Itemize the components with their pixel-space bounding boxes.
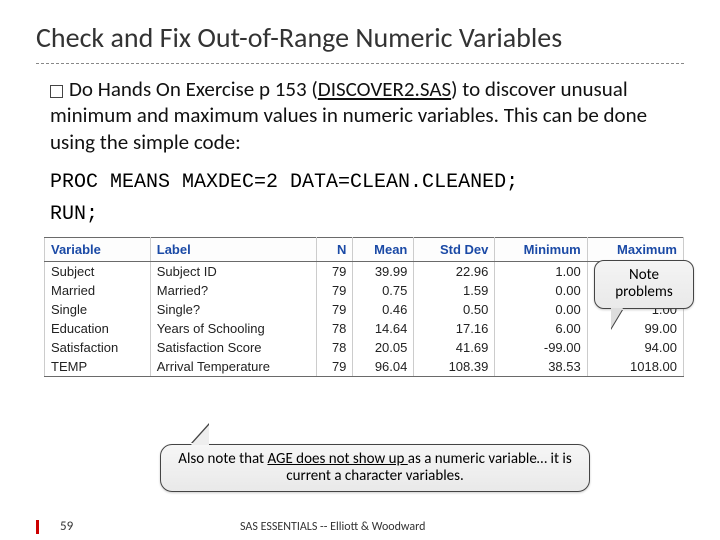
page-number: 59 [60,519,73,534]
col-variable: Variable [45,237,151,261]
table-cell: 99.00 [587,319,683,338]
table-cell: 41.69 [414,338,495,357]
table-cell: Arrival Temperature [150,357,316,377]
table-cell: 0.50 [414,300,495,319]
table-cell: 39.99 [353,261,414,281]
table-cell: 14.64 [353,319,414,338]
table-cell: 108.39 [414,357,495,377]
callout-note-problems: Note problems [594,260,694,309]
col-min: Minimum [495,237,587,261]
col-n: N [317,237,353,261]
table-cell: 38.53 [495,357,587,377]
table-cell: 1018.00 [587,357,683,377]
code-line-1: PROC MEANS MAXDEC=2 DATA=CLEAN.CLEANED; [50,167,670,199]
footer-text: SAS ESSENTIALS -- Elliott & Woodward [240,520,425,534]
table-cell: Single? [150,300,316,319]
callout-age-note: Also note that AGE does not show up as a… [160,444,590,493]
table-cell: 6.00 [495,319,587,338]
callout-age-pre: Also note that [178,450,267,468]
table-cell: -99.00 [495,338,587,357]
table-cell: 79 [317,281,353,300]
table-row: SingleSingle?790.460.500.001.00 [45,300,684,319]
table-row: EducationYears of Schooling7814.6417.166… [45,319,684,338]
col-max: Maximum [587,237,683,261]
code-line-2: RUN; [50,199,670,231]
body-text: Do Hands On Exercise p 153 (DISCOVER2.SA… [0,76,720,167]
table-cell: 17.16 [414,319,495,338]
body-lead: Do Hands On Exercise p 153 ( [69,76,318,102]
table-row: SatisfactionSatisfaction Score7820.0541.… [45,338,684,357]
table-cell: Subject ID [150,261,316,281]
callout-age-underline: AGE does not show up [267,450,407,468]
square-bullet-icon [50,85,63,98]
table-cell: 78 [317,319,353,338]
table-cell: TEMP [45,357,151,377]
table-cell: Married [45,281,151,300]
table-cell: Satisfaction Score [150,338,316,357]
table-cell: 0.00 [495,281,587,300]
table-cell: Married? [150,281,316,300]
accent-bar [36,520,39,534]
table-cell: Satisfaction [45,338,151,357]
body-ref: DISCOVER2.SAS [318,76,451,102]
table-cell: 22.96 [414,261,495,281]
table-cell: 79 [317,300,353,319]
table-cell: 20.05 [353,338,414,357]
page-title: Check and Fix Out-of-Range Numeric Varia… [0,0,720,63]
table-cell: Single [45,300,151,319]
table-cell: 79 [317,261,353,281]
table-cell: 1.00 [495,261,587,281]
code-block: PROC MEANS MAXDEC=2 DATA=CLEAN.CLEANED; … [0,167,720,231]
table-cell: Years of Schooling [150,319,316,338]
table-cell: 0.46 [353,300,414,319]
table-cell: 94.00 [587,338,683,357]
table-cell: 79 [317,357,353,377]
table-cell: 96.04 [353,357,414,377]
col-label: Label [150,237,316,261]
table-row: TEMPArrival Temperature7996.04108.3938.5… [45,357,684,377]
col-std: Std Dev [414,237,495,261]
table-cell: Education [45,319,151,338]
col-mean: Mean [353,237,414,261]
table-cell: 78 [317,338,353,357]
table-row: MarriedMarried?790.751.590.00 [45,281,684,300]
table-cell: 0.00 [495,300,587,319]
table-row: SubjectSubject ID7939.9922.961.0079.0 [45,261,684,281]
table-header-row: Variable Label N Mean Std Dev Minimum Ma… [45,237,684,261]
means-table: Variable Label N Mean Std Dev Minimum Ma… [44,237,684,377]
table-cell: 1.59 [414,281,495,300]
title-rule [36,63,684,64]
table-cell: Subject [45,261,151,281]
table-cell: 0.75 [353,281,414,300]
